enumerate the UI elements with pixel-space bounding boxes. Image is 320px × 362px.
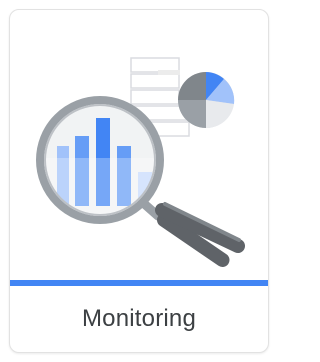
monitoring-card[interactable]: Monitoring	[9, 9, 269, 353]
monitoring-illustration	[10, 10, 268, 278]
magnifier-over-charts-icon	[36, 57, 245, 268]
magnifier-handle-graphic	[136, 196, 245, 268]
card-label: Monitoring	[81, 305, 197, 332]
pie-chart-graphic	[178, 72, 235, 129]
